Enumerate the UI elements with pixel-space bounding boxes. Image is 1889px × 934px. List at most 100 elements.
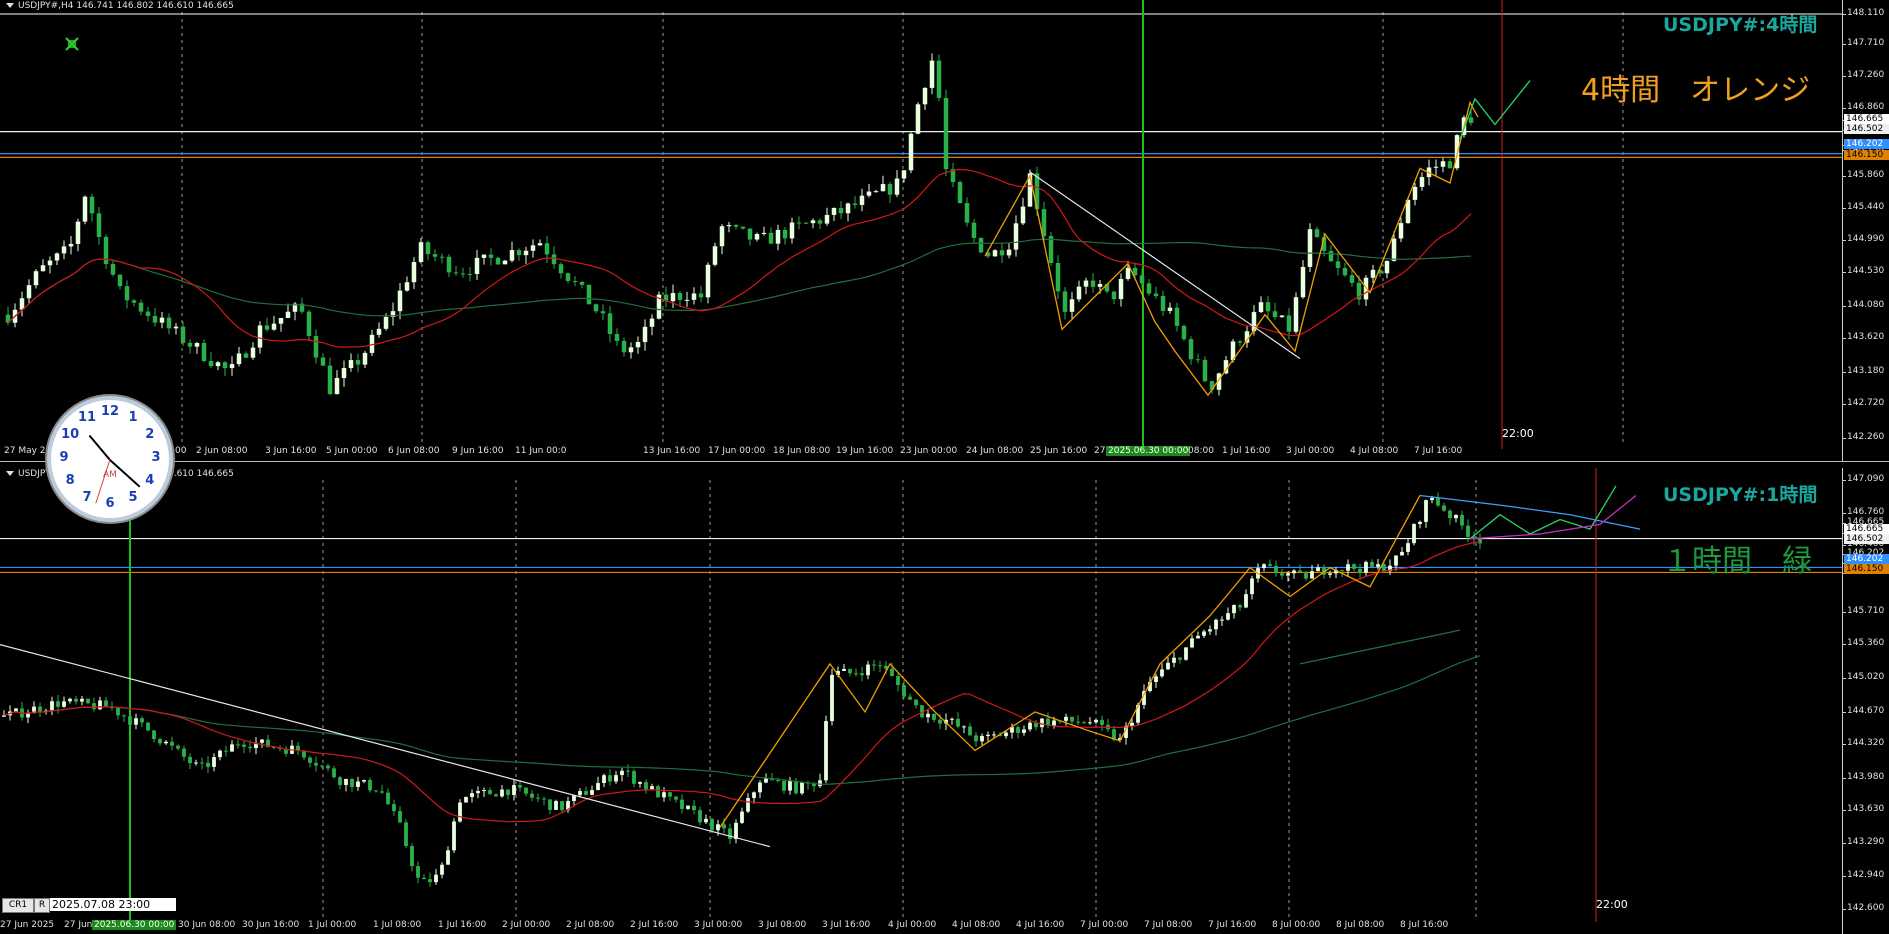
h1-chart-pane[interactable]: USDJPY#,H1 146.741 146.802 146.610 146.6…	[0, 468, 1889, 934]
dropdown-triangle-icon[interactable]	[6, 3, 14, 8]
candle-body	[712, 246, 718, 265]
candle-body	[1440, 161, 1446, 167]
candle-body	[164, 741, 168, 744]
candle-body	[1460, 514, 1464, 526]
candle-body	[481, 254, 487, 258]
candle-body	[188, 756, 192, 764]
price-label: 147.090	[1847, 474, 1885, 484]
price-tick	[1843, 306, 1846, 307]
time-label: 3 Jul 00:00	[694, 920, 743, 930]
price-tick	[1843, 404, 1846, 405]
analog-clock-widget[interactable]: AM 12 1 2 3 4 5 6 7 8 9 10 11	[47, 396, 173, 522]
candle-body	[122, 715, 126, 717]
trendline[interactable]	[1029, 171, 1301, 360]
candle-body	[1280, 573, 1284, 576]
candle-body	[271, 323, 277, 330]
time-label: 2025.06.30 00:00	[1106, 446, 1191, 456]
price-tick	[1843, 208, 1846, 209]
candle-body	[1090, 280, 1096, 287]
candle-body	[854, 673, 858, 675]
candle-body	[124, 286, 130, 301]
candle-body	[650, 786, 654, 790]
r-button[interactable]: R	[34, 898, 50, 913]
candle-body	[506, 789, 510, 796]
candle-body	[1232, 605, 1236, 614]
candle-body	[453, 272, 459, 274]
candle-body	[1286, 573, 1290, 576]
h4-price-plot[interactable]	[0, 0, 1842, 461]
price-tick	[1843, 843, 1846, 844]
candle-body	[999, 250, 1005, 256]
candle-body	[614, 775, 618, 782]
clock-numeral: 11	[77, 410, 97, 426]
candle-body	[134, 718, 138, 725]
time-label: 1 Jul 08:00	[373, 920, 422, 930]
candle-body	[26, 285, 32, 299]
time-label: 30 Jun 08:00	[178, 920, 236, 930]
candle-body	[1178, 657, 1182, 660]
h1-time-marker: 22:00	[1596, 898, 1628, 911]
time-label: 08:00	[1188, 446, 1214, 456]
candle-body	[355, 360, 361, 365]
candle-body	[542, 798, 546, 800]
clock-numeral: 9	[59, 450, 69, 465]
candle-body	[943, 97, 949, 170]
candle-body	[824, 721, 828, 781]
candle-body	[356, 781, 360, 787]
candle-body	[397, 290, 403, 312]
time-label: 7 Jul 00:00	[1080, 920, 1129, 930]
candle-body	[887, 184, 893, 195]
dropdown-triangle-icon[interactable]	[6, 471, 14, 476]
candle-body	[229, 364, 235, 369]
h1-price-axis[interactable]: 147.090146.760146.665146.502146.400146.2…	[1842, 468, 1889, 934]
candle-body	[432, 254, 438, 257]
candle-body	[572, 280, 578, 282]
candle-body	[1153, 293, 1159, 297]
h4-chart-pane[interactable]: USDJPY#,H4 146.741 146.802 146.610 146.6…	[0, 0, 1889, 462]
h1-price-plot[interactable]	[0, 468, 1842, 934]
cr-button[interactable]: CR1	[2, 898, 34, 913]
candle-body	[621, 340, 627, 353]
price-tag-orange: 146.150	[1844, 150, 1889, 160]
clock-numeral: 6	[105, 496, 115, 511]
h4-note-orange: 4時間 オレンジ	[1581, 73, 1811, 108]
candle-body	[544, 243, 550, 255]
candle-body	[866, 191, 872, 196]
candle-body	[890, 668, 894, 676]
candle-body	[308, 757, 312, 763]
trendline[interactable]	[0, 644, 771, 848]
candle-body	[796, 222, 802, 224]
h4-price-axis[interactable]: 148.110 147.710 147.260 146.860 146.665146.5…	[1842, 0, 1889, 461]
crosshair-object-icon[interactable]	[64, 36, 80, 52]
candle-body	[1174, 307, 1180, 326]
price-label: 144.080	[1847, 300, 1885, 310]
candle-body	[502, 260, 508, 265]
candle-body	[50, 701, 54, 711]
candle-body	[1062, 291, 1068, 312]
candle-body	[152, 730, 156, 740]
candle-body	[320, 357, 326, 366]
clock-numeral: 10	[61, 427, 80, 442]
candle-body	[915, 104, 921, 134]
candle-body	[1166, 662, 1170, 670]
candle-body	[368, 779, 372, 791]
price-label: 146.760	[1847, 507, 1885, 517]
candle-body	[140, 718, 144, 723]
price-label: 147.260	[1847, 70, 1885, 80]
candle-body	[896, 675, 900, 686]
candle-body	[600, 311, 606, 314]
clock-numeral: 2	[145, 427, 155, 442]
time-label: 2 Jul 00:00	[502, 920, 551, 930]
price-label: 142.260	[1847, 432, 1885, 442]
candle-body	[82, 196, 88, 222]
candle-body	[677, 293, 683, 300]
candle-body	[1048, 236, 1054, 264]
candle-body	[1293, 297, 1299, 332]
candle-body	[764, 778, 768, 783]
candle-body	[734, 822, 738, 839]
candle-body	[98, 700, 102, 710]
candle-body	[470, 793, 474, 798]
price-tick	[1843, 513, 1846, 514]
h1-note-green: １時間 緑	[1662, 544, 1812, 579]
candle-body	[334, 378, 340, 395]
